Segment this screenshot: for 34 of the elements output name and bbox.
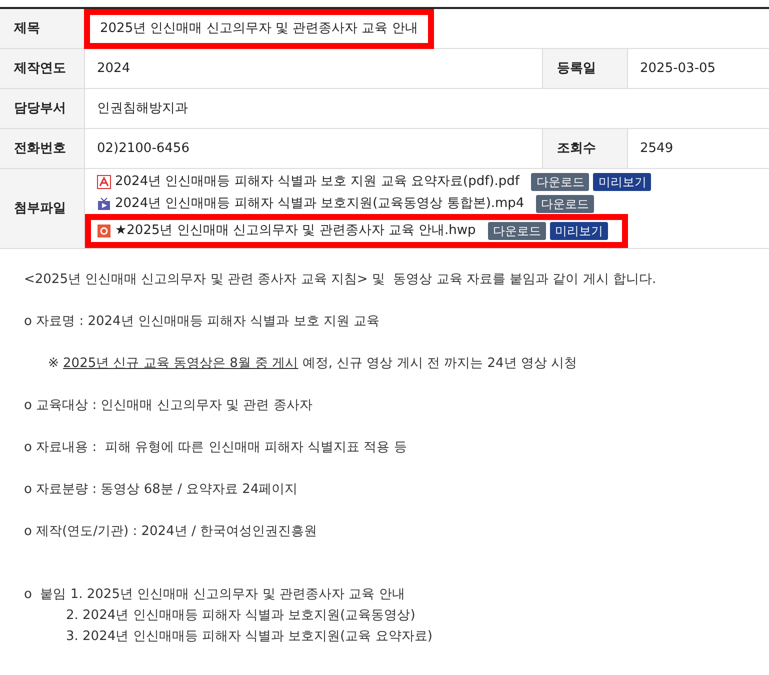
preview-button[interactable]: 미리보기 [593,172,652,191]
body-text: o 제작(연도/기관) : 2024년 / 한국여성인권진흥원 [24,523,318,541]
field-label: 전화번호 [14,140,66,158]
field-value: 2024 [97,60,130,78]
file-link[interactable]: 2024년 인신매매등 피해자 식별과 보호 지원 교육 요약자료(pdf).pdf [115,172,520,192]
preview-button[interactable]: 미리보기 [550,222,608,240]
field-label: 등록일 [557,60,596,78]
field-value: 2025-03-05 [640,60,716,78]
download-button[interactable]: 다운로드 [536,194,594,212]
note-text: ※ 2025년 신규 교육 동영상은 8월 중 게시 예정, 신규 영상 게시 전 까지는 24년 영상 시청 [47,355,578,373]
body-text: <2025년 인신매매 신고의무자 및 관련 종사자 교육 지침> 및 동영상 교육 자료를 붙임과 같이 게시 합니다. [24,271,658,289]
field-label: 첨부파일 [14,200,66,218]
body-text: o 붙임 1. 2025년 인신매매 신고의무자 및 관련종사자 교육 안내 [24,586,406,604]
file-link[interactable]: ★2025년 인신매매 신고의무자 및 관련종사자 교육 안내.hwp [115,221,476,241]
body-text: o 자료명 : 2024년 인신매매등 피해자 식별과 보호 지원 교육 [24,313,381,331]
body-text: o 자료내용 : 피해 유형에 따른 인신매매 피해자 식별지표 적용 등 [24,439,408,457]
field-value: 2549 [640,140,674,158]
tv-icon [97,196,111,210]
field-value: 02)2100-6456 [97,140,190,158]
document-icon [97,224,111,238]
field-value: 인권침해방지과 [97,100,188,118]
body-text: o 교육대상 : 인신매매 신고의무자 및 관련 종사자 [24,397,314,415]
download-button[interactable]: 다운로드 [488,222,546,240]
download-button[interactable]: 다운로드 [531,172,590,191]
field-label: 제작연도 [14,60,66,78]
body-text: o 자료분량 : 동영상 68분 / 요약자료 24페이지 [24,481,299,499]
body-text: 2. 2024년 인신매매등 피해자 식별과 보호지원(교육동영상) [65,607,416,625]
body-text: 3. 2024년 인신매매등 피해자 식별과 보호지원(교육 요약자료) [65,628,434,646]
field-label: 담당부서 [14,100,66,118]
file-link[interactable]: 2024년 인신매매등 피해자 식별과 보호지원(교육동영상 통합본).mp4 [115,194,524,214]
field-label: 조회수 [557,140,596,158]
field-label: 제목 [14,20,40,38]
title-value: 2025년 인신매매 신고의무자 및 관련종사자 교육 안내 [100,20,418,38]
pdf-icon [97,174,111,189]
